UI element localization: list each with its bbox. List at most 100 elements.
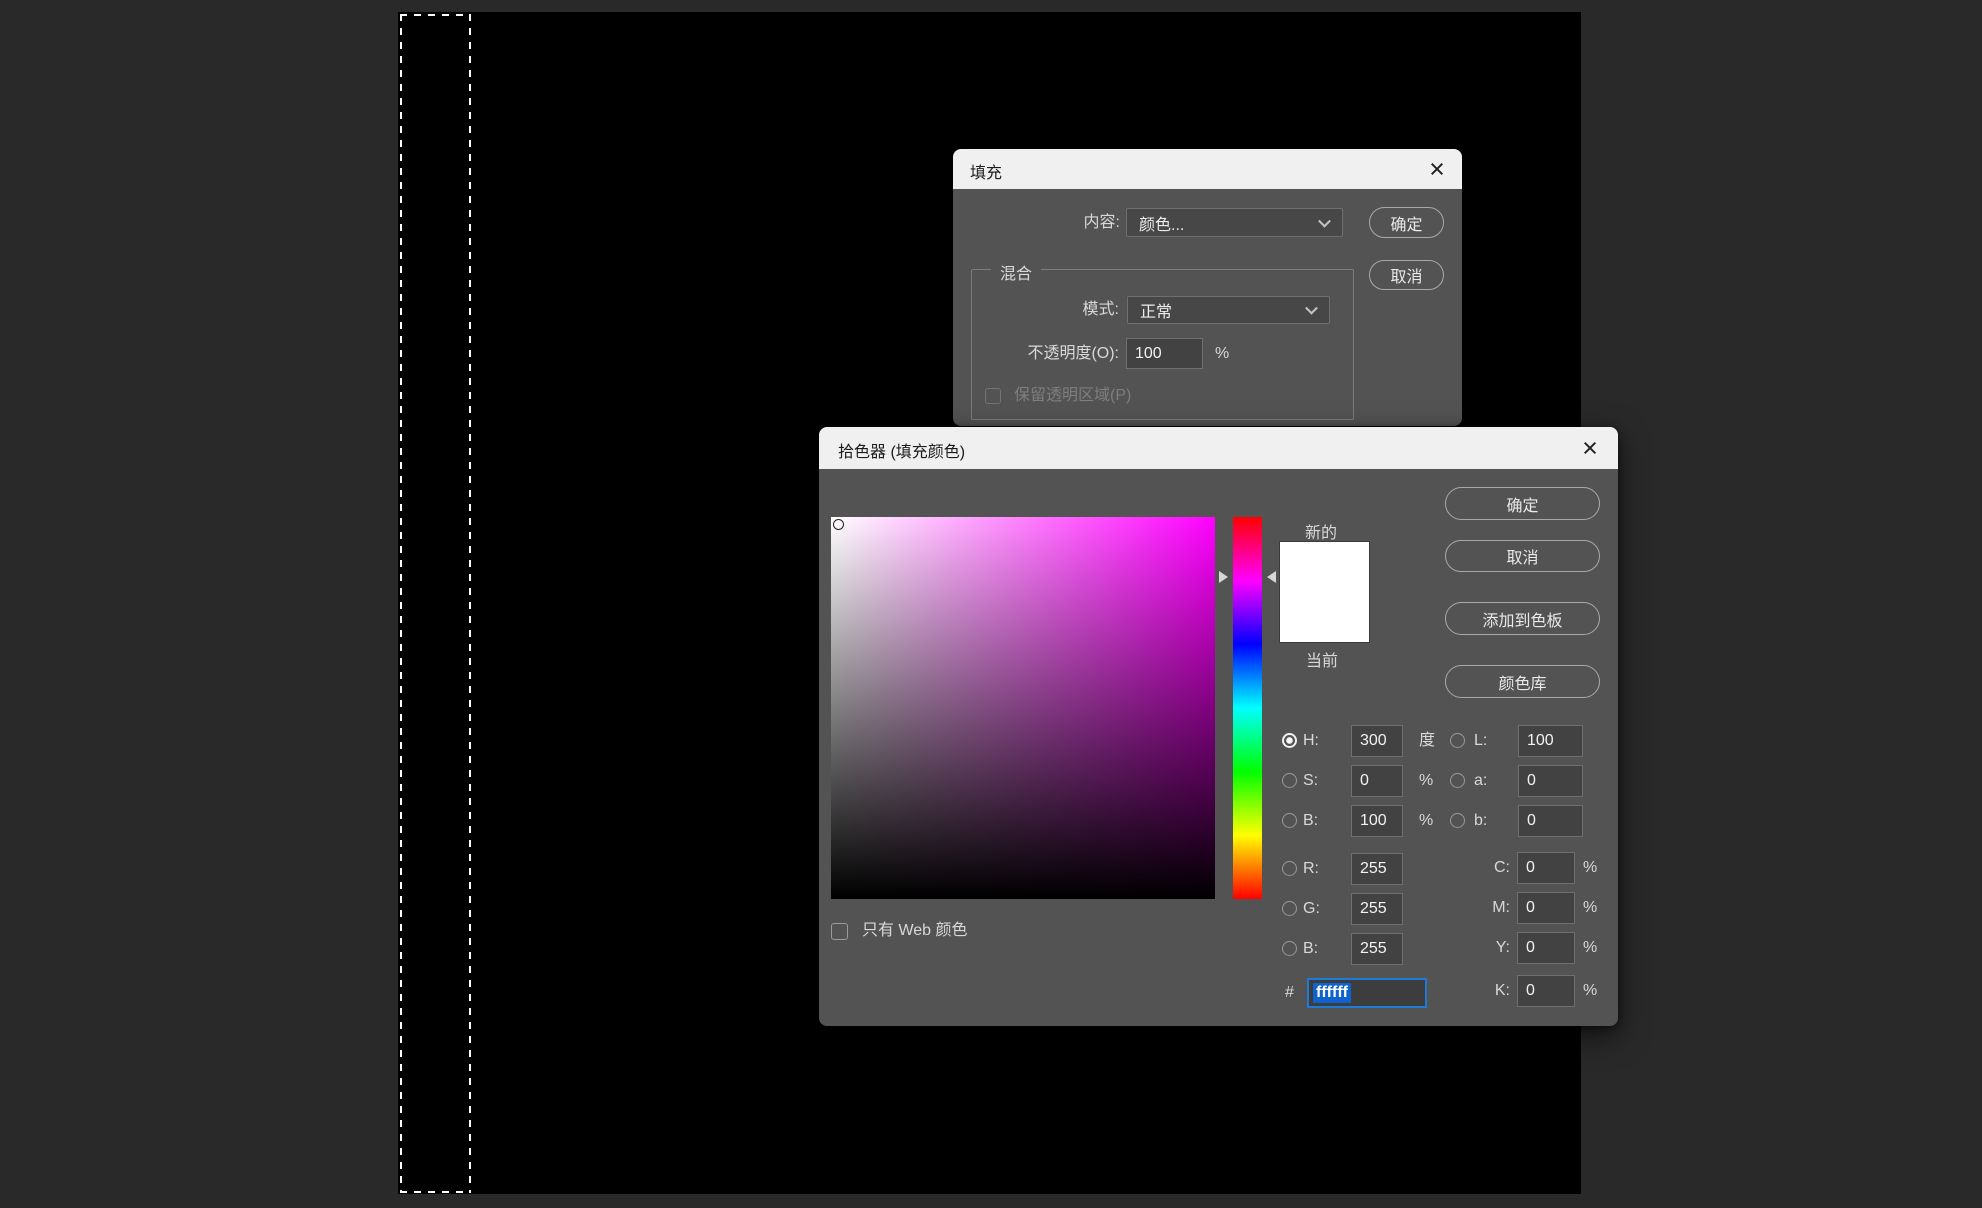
fill-opacity-unit: %	[1215, 338, 1229, 369]
chevron-down-icon	[1305, 302, 1318, 315]
preserve-transparency-checkbox[interactable]	[985, 388, 1001, 404]
b-radio[interactable]	[1282, 813, 1297, 828]
lab-a-value: 0	[1527, 772, 1536, 790]
saturation-brightness-field[interactable]	[831, 517, 1215, 899]
y-input[interactable]: 0	[1517, 932, 1575, 964]
fill-content-label: 内容:	[993, 208, 1120, 237]
hex-value-selected: ffffff	[1313, 983, 1351, 1003]
s-unit: %	[1419, 765, 1433, 797]
b-input[interactable]: 100	[1351, 805, 1403, 837]
r-radio[interactable]	[1282, 861, 1297, 876]
h-unit: 度	[1419, 725, 1435, 757]
new-current-swatch[interactable]	[1279, 541, 1370, 643]
fill-opacity-label: 不透明度(O):	[999, 338, 1119, 369]
lab-l-input[interactable]: 100	[1518, 725, 1583, 757]
color-picker-title: 拾色器 (填充颜色)	[838, 438, 965, 462]
s-label: S:	[1303, 765, 1318, 797]
marquee-edge-bottom	[400, 1191, 471, 1193]
lab-l-label: L:	[1474, 725, 1487, 757]
lab-a-radio[interactable]	[1450, 773, 1465, 788]
fill-cancel-button[interactable]: 取消	[1369, 260, 1444, 290]
new-color-swatch	[1280, 542, 1369, 592]
rgb-b-radio[interactable]	[1282, 941, 1297, 956]
color-libraries-button[interactable]: 颜色库	[1445, 665, 1600, 698]
marquee-edge-top	[400, 14, 471, 16]
blend-group: 混合 模式: 正常 不透明度(O): 100 % 保留透明区域(P)	[971, 269, 1354, 420]
color-picker-titlebar[interactable]: 拾色器 (填充颜色) ×	[819, 427, 1618, 469]
b-unit: %	[1419, 805, 1433, 837]
s-radio[interactable]	[1282, 773, 1297, 788]
rgb-b-input[interactable]: 255	[1351, 933, 1403, 965]
lab-a-label: a:	[1474, 765, 1487, 797]
m-label: M:	[1474, 892, 1510, 924]
lab-l-radio[interactable]	[1450, 733, 1465, 748]
lab-b-value: 0	[1527, 812, 1536, 830]
picker-ok-button[interactable]: 确定	[1445, 487, 1600, 520]
y-value: 0	[1526, 939, 1535, 957]
k-value: 0	[1526, 982, 1535, 1000]
r-label: R:	[1303, 853, 1319, 885]
rgb-b-label: B:	[1303, 933, 1318, 965]
c-unit: %	[1583, 852, 1597, 884]
y-unit: %	[1583, 932, 1597, 964]
g-value: 255	[1360, 900, 1387, 918]
add-to-swatches-button[interactable]: 添加到色板	[1445, 602, 1600, 635]
r-input[interactable]: 255	[1351, 853, 1403, 885]
fill-mode-dropdown[interactable]: 正常	[1127, 296, 1330, 324]
lab-b-label: b:	[1474, 805, 1487, 837]
k-unit: %	[1583, 975, 1597, 1007]
fill-mode-value: 正常	[1140, 298, 1172, 322]
web-colors-checkbox[interactable]	[831, 923, 848, 940]
h-input[interactable]: 300	[1351, 725, 1403, 757]
marquee-edge-left	[400, 14, 402, 1193]
m-input[interactable]: 0	[1517, 892, 1575, 924]
g-label: G:	[1303, 893, 1320, 925]
hex-input[interactable]: ffffff	[1307, 978, 1427, 1008]
b-value: 100	[1360, 812, 1387, 830]
m-value: 0	[1526, 899, 1535, 917]
c-input[interactable]: 0	[1517, 852, 1575, 884]
lab-b-input[interactable]: 0	[1518, 805, 1583, 837]
fill-dialog-close-icon[interactable]: ×	[1421, 154, 1453, 184]
preserve-transparency-label: 保留透明区域(P)	[1014, 386, 1131, 406]
h-radio[interactable]	[1282, 733, 1297, 748]
fill-dialog-body: 内容: 颜色... 确定 取消 混合 模式: 正常 不透明度(O): 100 %…	[953, 189, 1462, 426]
fill-content-value: 颜色...	[1139, 211, 1184, 235]
fill-dialog-title: 填充	[970, 159, 1002, 183]
rgb-b-value: 255	[1360, 940, 1387, 958]
lab-b-radio[interactable]	[1450, 813, 1465, 828]
fill-opacity-value: 100	[1135, 345, 1162, 363]
hue-slider-left-marker[interactable]	[1219, 571, 1228, 583]
picker-cancel-button[interactable]: 取消	[1445, 540, 1600, 572]
fill-content-dropdown[interactable]: 颜色...	[1126, 208, 1343, 237]
hue-slider[interactable]	[1233, 517, 1262, 899]
color-picker-dialog: 拾色器 (填充颜色) × 新的 当前 确定 取消 添加到色板 颜色库 H: 30…	[819, 427, 1618, 1026]
k-input[interactable]: 0	[1517, 975, 1575, 1007]
h-value: 300	[1360, 732, 1387, 750]
hue-slider-right-marker[interactable]	[1267, 571, 1276, 583]
r-value: 255	[1360, 860, 1387, 878]
selection-marquee	[400, 14, 471, 1193]
fill-dialog: 填充 × 内容: 颜色... 确定 取消 混合 模式: 正常 不透明度(O): …	[953, 149, 1462, 426]
lab-a-input[interactable]: 0	[1518, 765, 1583, 797]
current-color-swatch[interactable]	[1280, 592, 1369, 642]
y-label: Y:	[1474, 932, 1510, 964]
fill-dialog-titlebar[interactable]: 填充 ×	[953, 149, 1462, 189]
color-field-marker[interactable]	[833, 519, 844, 530]
c-label: C:	[1474, 852, 1510, 884]
new-color-label: 新的	[1305, 519, 1337, 543]
h-label: H:	[1303, 725, 1319, 757]
blend-group-label: 混合	[991, 260, 1041, 284]
s-input[interactable]: 0	[1351, 765, 1403, 797]
fill-ok-button[interactable]: 确定	[1369, 207, 1444, 238]
color-picker-close-icon[interactable]: ×	[1574, 433, 1606, 463]
lab-l-value: 100	[1527, 732, 1554, 750]
fill-opacity-input[interactable]: 100	[1126, 338, 1203, 369]
g-input[interactable]: 255	[1351, 893, 1403, 925]
hex-label: #	[1285, 978, 1294, 1008]
s-value: 0	[1360, 772, 1369, 790]
fill-mode-label: 模式:	[994, 296, 1119, 324]
marquee-edge-right	[469, 14, 471, 1193]
g-radio[interactable]	[1282, 901, 1297, 916]
c-value: 0	[1526, 859, 1535, 877]
